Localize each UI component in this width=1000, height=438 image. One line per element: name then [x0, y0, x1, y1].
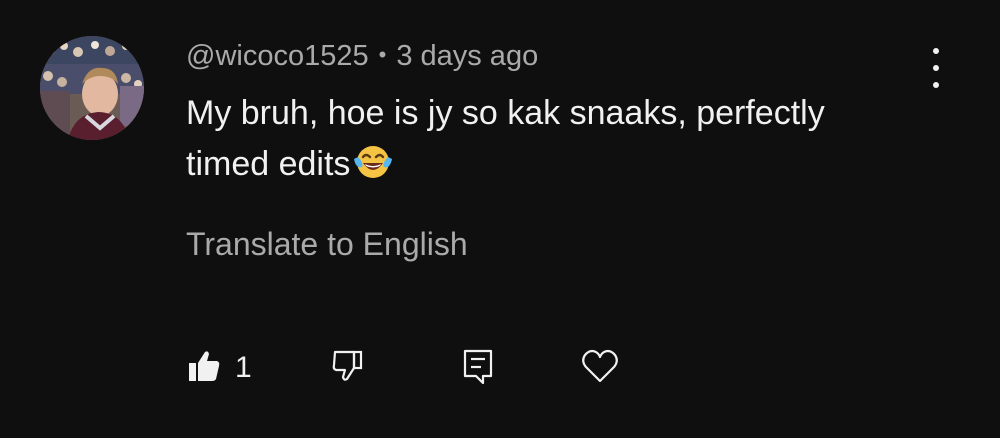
reply-button[interactable]	[461, 348, 497, 391]
comment-actions: 1	[0, 340, 1000, 400]
thumbs-up-icon	[189, 351, 220, 381]
comment-card: @wicoco1525 • 3 days ago My bruh, hoe is j…	[0, 0, 1000, 438]
comment-timestamp: 3 days ago	[396, 40, 539, 72]
comment-text: My bruh, hoe is jy so kak snaaks, perfec…	[186, 88, 906, 190]
avatar[interactable]	[40, 36, 144, 140]
dislike-button[interactable]	[330, 348, 366, 389]
heart-button[interactable]	[580, 348, 620, 389]
more-dot	[933, 65, 939, 71]
comment-meta: @wicoco1525 • 3 days ago	[186, 38, 538, 76]
more-vertical-icon[interactable]	[921, 48, 951, 88]
more-dot	[933, 48, 939, 54]
more-dot	[933, 82, 939, 88]
reply-comment-icon	[463, 349, 493, 385]
tears-of-joy-emoji-icon	[354, 146, 393, 178]
meta-separator: •	[378, 42, 387, 67]
translate-button[interactable]: Translate to English	[186, 224, 468, 264]
author-handle[interactable]: @wicoco1525	[186, 40, 369, 72]
like-button[interactable]	[186, 348, 222, 389]
thumbs-down-icon	[332, 350, 363, 381]
heart-icon	[582, 349, 618, 383]
like-count: 1	[235, 351, 252, 384]
comment-text-content: My bruh, hoe is jy so kak snaaks, perfec…	[186, 94, 825, 183]
